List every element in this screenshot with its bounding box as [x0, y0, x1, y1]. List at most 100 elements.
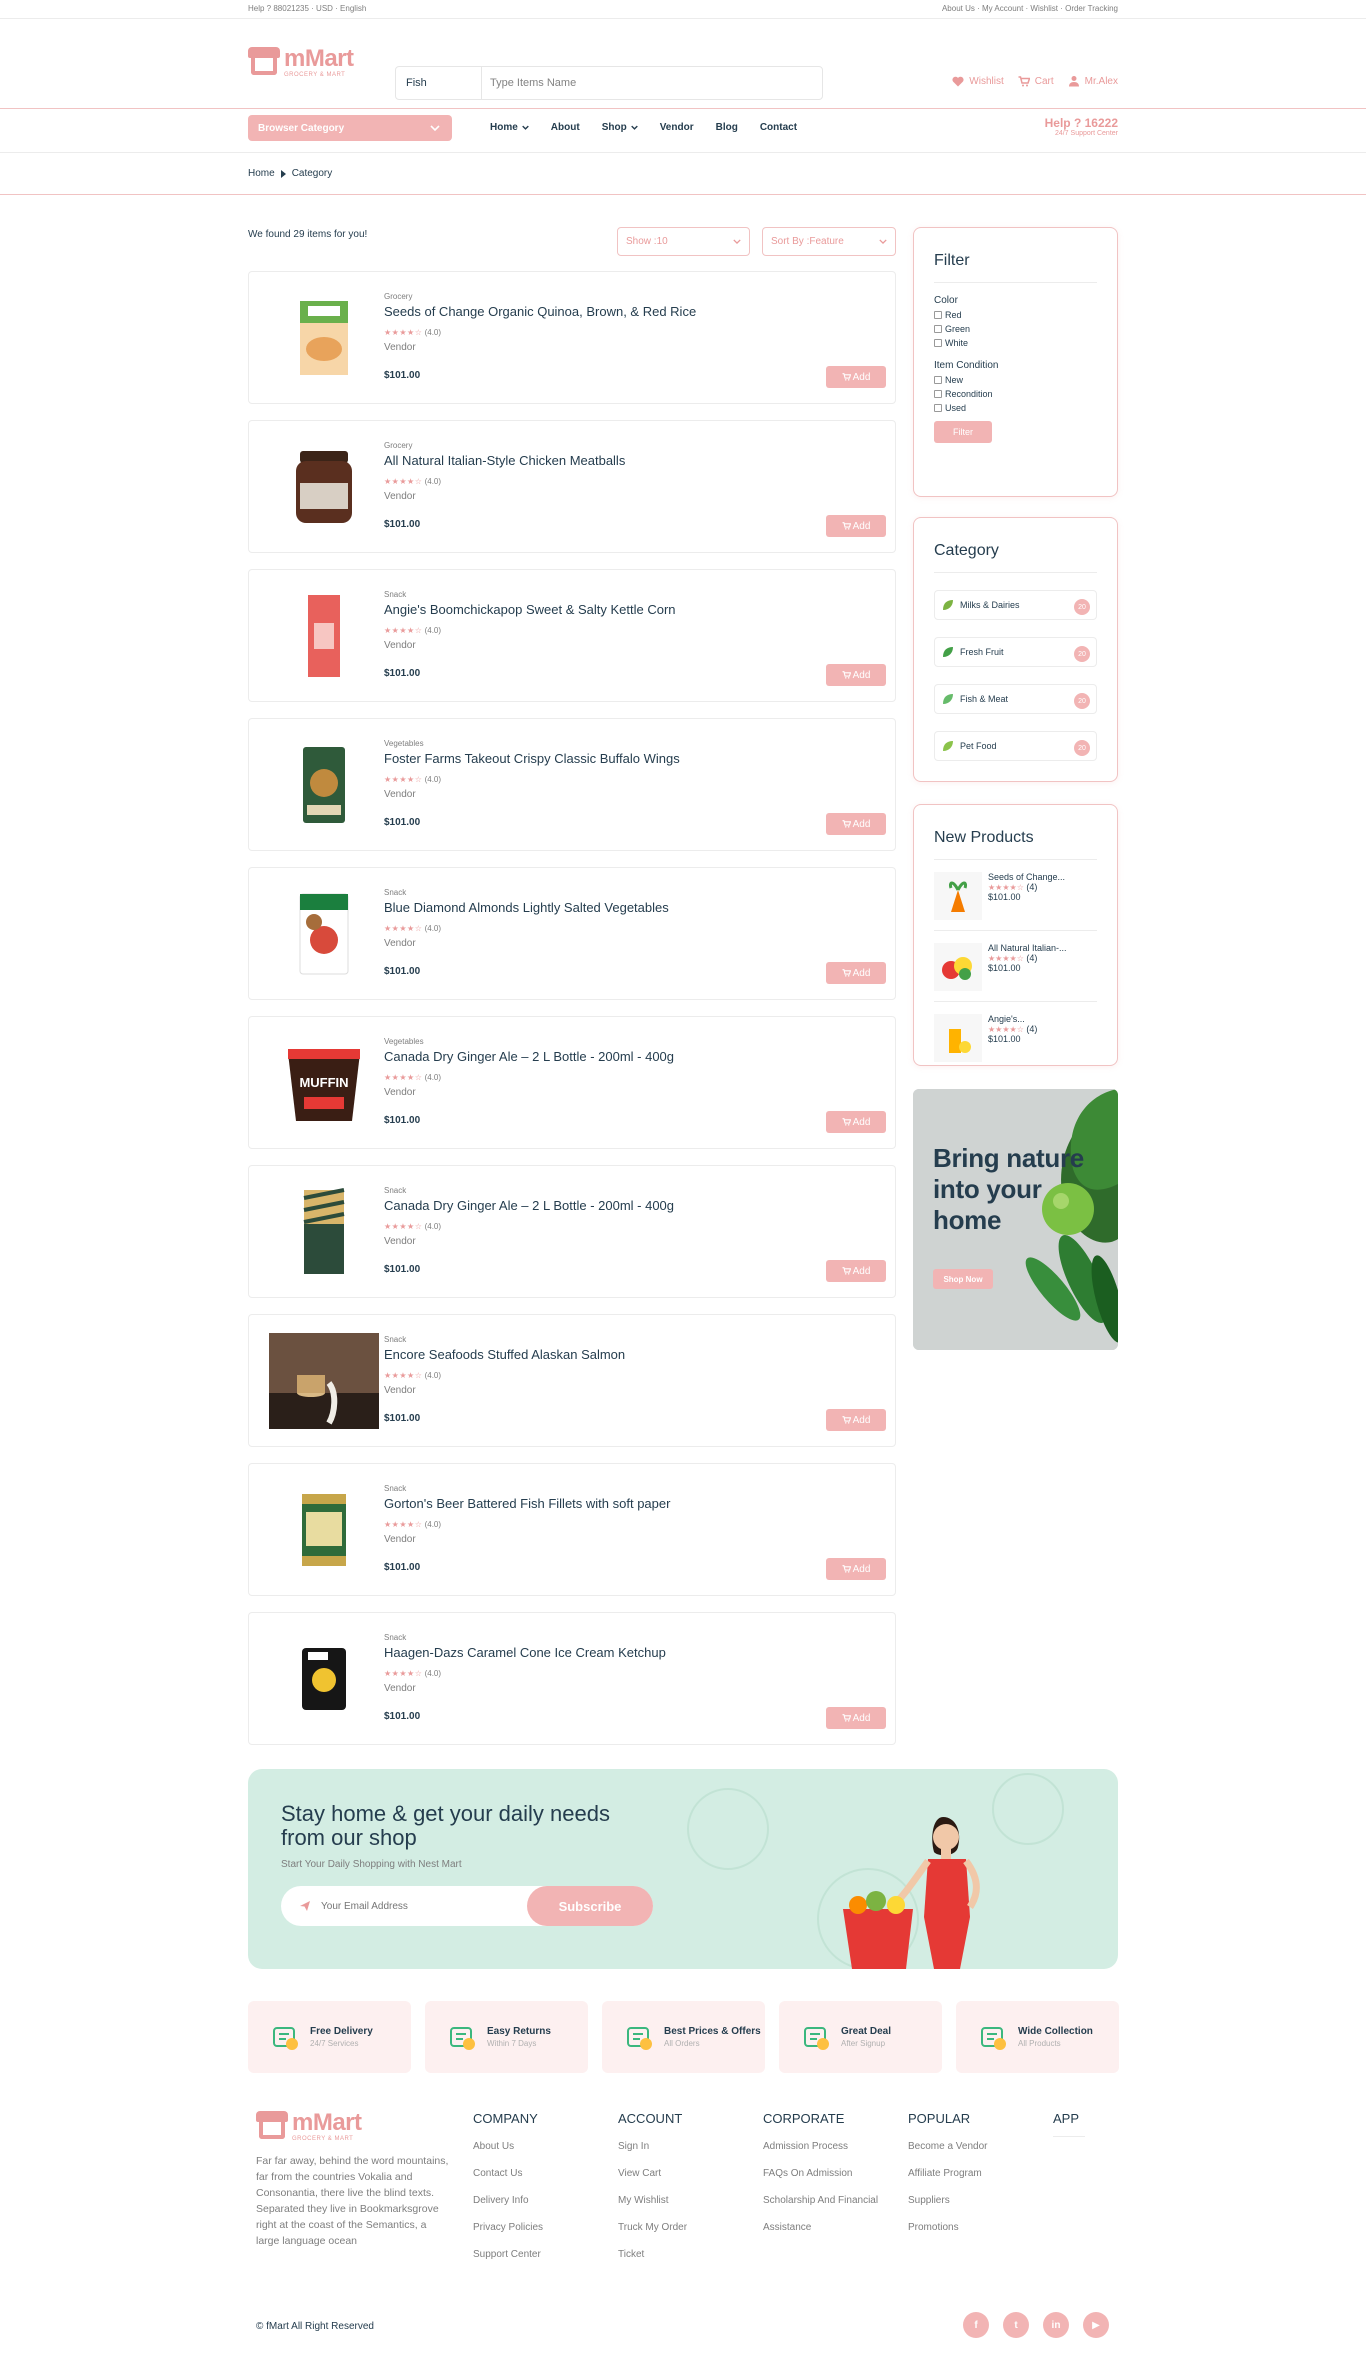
product-title[interactable]: Foster Farms Takeout Crispy Classic Buff… — [384, 751, 680, 766]
category-item[interactable]: Milks & Dairies 20 — [934, 590, 1097, 620]
filter-condition-new[interactable]: New — [934, 375, 1097, 385]
menu-item-vendor[interactable]: Vendor — [660, 122, 694, 133]
footer-logo[interactable]: mMart GROCERY & MART — [256, 2111, 362, 2142]
add-to-cart-button[interactable]: Add — [826, 813, 886, 835]
add-to-cart-button[interactable]: Add — [826, 1707, 886, 1729]
new-product-image[interactable] — [934, 872, 982, 920]
category-item[interactable]: Fresh Fruit 20 — [934, 637, 1097, 667]
product-title[interactable]: All Natural Italian-Style Chicken Meatba… — [384, 453, 625, 468]
product-title[interactable]: Angie's Boomchickapop Sweet & Salty Kett… — [384, 602, 676, 617]
new-product-name[interactable]: All Natural Italian-... — [988, 943, 1067, 953]
product-card[interactable]: MUFFIN Vegetables Canada Dry Ginger Ale … — [248, 1016, 896, 1149]
top-bar-left[interactable]: Help ? 88021235 · USD · English — [248, 4, 366, 13]
footer-link[interactable]: Ticket — [618, 2249, 687, 2260]
wishlist-link[interactable]: Wishlist — [952, 76, 1004, 87]
menu-item-blog[interactable]: Blog — [716, 122, 738, 133]
filter-condition-used[interactable]: Used — [934, 403, 1097, 413]
product-image[interactable] — [269, 1333, 379, 1429]
add-to-cart-button[interactable]: Add — [826, 366, 886, 388]
product-image[interactable] — [269, 1184, 379, 1280]
product-image[interactable] — [269, 290, 379, 386]
add-to-cart-button[interactable]: Add — [826, 1111, 886, 1133]
product-card[interactable]: Vegetables Foster Farms Takeout Crispy C… — [248, 718, 896, 851]
footer-link[interactable]: FAQs On Admission — [763, 2168, 878, 2179]
footer-link[interactable]: Become a Vendor — [908, 2141, 988, 2152]
product-image[interactable] — [269, 439, 379, 535]
add-to-cart-button[interactable]: Add — [826, 515, 886, 537]
linkedin-icon[interactable]: in — [1043, 2312, 1069, 2338]
menu-item-about[interactable]: About — [551, 122, 580, 133]
product-title[interactable]: Canada Dry Ginger Ale – 2 L Bottle - 200… — [384, 1198, 674, 1213]
product-title[interactable]: Seeds of Change Organic Quinoa, Brown, &… — [384, 304, 696, 319]
new-product-name[interactable]: Angie's... — [988, 1014, 1037, 1024]
add-to-cart-button[interactable]: Add — [826, 1260, 886, 1282]
add-to-cart-button[interactable]: Add — [826, 1558, 886, 1580]
twitter-icon[interactable]: t — [1003, 2312, 1029, 2338]
product-card[interactable]: Snack Canada Dry Ginger Ale – 2 L Bottle… — [248, 1165, 896, 1298]
new-product-image[interactable] — [934, 943, 982, 991]
product-image[interactable] — [269, 588, 379, 684]
show-select[interactable]: Show :10 — [617, 227, 750, 256]
top-bar-links[interactable]: About Us · My Account · Wishlist · Order… — [942, 4, 1118, 13]
footer-link[interactable]: Delivery Info — [473, 2195, 543, 2206]
category-item[interactable]: Fish & Meat 20 — [934, 684, 1097, 714]
filter-button[interactable]: Filter — [934, 421, 992, 443]
help-number[interactable]: Help ? 16222 — [1045, 116, 1118, 130]
logo[interactable]: mMart GROCERY & MART — [248, 47, 354, 78]
browse-category-button[interactable]: Browser Category — [248, 115, 452, 141]
menu-item-home[interactable]: Home — [490, 122, 529, 133]
menu-item-contact[interactable]: Contact — [760, 122, 797, 133]
email-input[interactable] — [311, 1900, 527, 1912]
product-card[interactable]: Snack Blue Diamond Almonds Lightly Salte… — [248, 867, 896, 1000]
footer-link[interactable]: Privacy Policies — [473, 2222, 543, 2233]
facebook-icon[interactable]: f — [963, 2312, 989, 2338]
breadcrumb-home[interactable]: Home — [248, 168, 275, 179]
filter-condition-recondition[interactable]: Recondition — [934, 389, 1097, 399]
product-image[interactable] — [269, 1631, 379, 1727]
footer-link[interactable]: About Us — [473, 2141, 543, 2152]
product-card[interactable]: Grocery All Natural Italian-Style Chicke… — [248, 420, 896, 553]
footer-link[interactable]: Support Center — [473, 2249, 543, 2260]
sort-select[interactable]: Sort By :Feature — [762, 227, 896, 256]
new-product-name[interactable]: Seeds of Change... — [988, 872, 1065, 882]
promo-banner[interactable]: Bring nature into your home Shop Now — [913, 1089, 1118, 1350]
footer-link[interactable]: Suppliers — [908, 2195, 988, 2206]
checkbox[interactable] — [934, 376, 942, 384]
filter-color-red[interactable]: Red — [934, 310, 1097, 320]
product-image[interactable] — [269, 737, 379, 833]
product-image[interactable]: MUFFIN — [269, 1035, 379, 1131]
user-account[interactable]: Mr.Alex — [1068, 75, 1118, 87]
product-title[interactable]: Gorton's Beer Battered Fish Fillets with… — [384, 1496, 670, 1511]
footer-link[interactable]: My Wishlist — [618, 2195, 687, 2206]
cart-link[interactable]: Cart — [1018, 76, 1054, 87]
menu-item-shop[interactable]: Shop — [602, 122, 638, 133]
product-card[interactable]: Grocery Seeds of Change Organic Quinoa, … — [248, 271, 896, 404]
footer-link[interactable]: Truck My Order — [618, 2222, 687, 2233]
search-input[interactable] — [482, 67, 822, 99]
footer-link[interactable]: Affiliate Program — [908, 2168, 988, 2179]
shop-now-button[interactable]: Shop Now — [933, 1269, 993, 1289]
youtube-icon[interactable]: ▶ — [1083, 2312, 1109, 2338]
new-product-item[interactable]: Seeds of Change... ★★★★☆ (4) $101.00 — [934, 860, 1097, 931]
checkbox[interactable] — [934, 390, 942, 398]
product-card[interactable]: Snack Gorton's Beer Battered Fish Fillet… — [248, 1463, 896, 1596]
footer-link[interactable]: Assistance — [763, 2222, 878, 2233]
footer-link[interactable]: View Cart — [618, 2168, 687, 2179]
product-title[interactable]: Blue Diamond Almonds Lightly Salted Vege… — [384, 900, 669, 915]
checkbox[interactable] — [934, 325, 942, 333]
checkbox[interactable] — [934, 311, 942, 319]
checkbox[interactable] — [934, 339, 942, 347]
product-card[interactable]: Snack Encore Seafoods Stuffed Alaskan Sa… — [248, 1314, 896, 1447]
new-product-item[interactable]: Angie's... ★★★★☆ (4) $101.00 — [934, 1002, 1097, 1072]
filter-color-green[interactable]: Green — [934, 324, 1097, 334]
product-title[interactable]: Haagen-Dazs Caramel Cone Ice Cream Ketch… — [384, 1645, 666, 1660]
footer-link[interactable]: Sign In — [618, 2141, 687, 2152]
category-item[interactable]: Pet Food 20 — [934, 731, 1097, 761]
filter-color-white[interactable]: White — [934, 338, 1097, 348]
product-card[interactable]: Snack Haagen-Dazs Caramel Cone Ice Cream… — [248, 1612, 896, 1745]
footer-link[interactable]: Scholarship And Financial — [763, 2195, 878, 2206]
footer-link[interactable]: Contact Us — [473, 2168, 543, 2179]
search-category-select[interactable]: Fish — [396, 67, 482, 99]
add-to-cart-button[interactable]: Add — [826, 1409, 886, 1431]
product-image[interactable] — [269, 1482, 379, 1578]
